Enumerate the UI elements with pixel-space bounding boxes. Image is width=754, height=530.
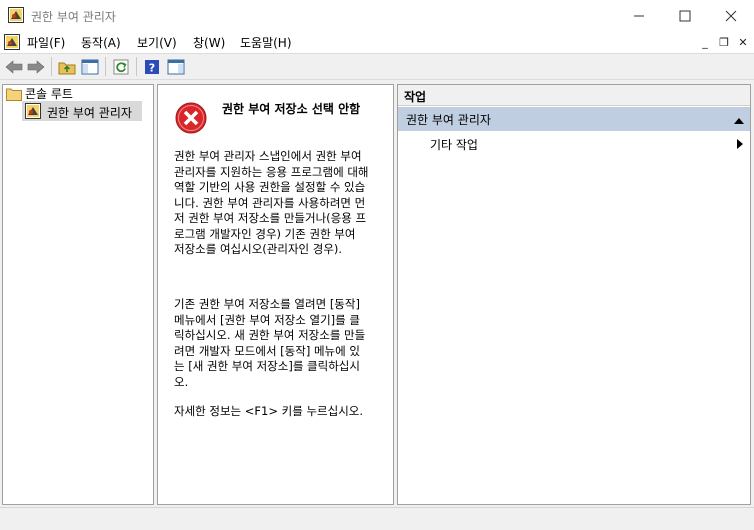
action-more-actions[interactable]: 기타 작업: [430, 136, 478, 153]
content-pane: [157, 84, 394, 505]
toolbar-separator: [51, 57, 52, 76]
submenu-arrow-icon[interactable]: [737, 138, 743, 149]
content-title: 권한 부여 저장소 선택 안함: [222, 102, 361, 116]
content-paragraph: 자세한 정보는 <F1> 키를 누르십시오.: [174, 404, 364, 418]
error-icon: [175, 102, 207, 134]
mdi-restore-button[interactable]: ❐: [715, 34, 733, 50]
mdi-close-button[interactable]: ✕: [734, 34, 752, 50]
authorization-manager-icon: [25, 103, 41, 119]
console-tree-pane: [2, 84, 154, 505]
svg-text:?: ?: [149, 61, 155, 74]
actions-group-label: 권한 부여 관리자: [406, 113, 491, 127]
content-paragraph: 기존 권한 부여 저장소를 열려면 [동작] 메뉴에서 [권한 부여 저장소 열…: [174, 297, 366, 389]
mdi-minimize-button[interactable]: _: [696, 34, 714, 50]
show-hide-action-pane-icon[interactable]: [166, 57, 186, 76]
actions-group-header[interactable]: 권한 부여 관리자: [398, 107, 750, 131]
forward-arrow-icon[interactable]: [26, 57, 46, 76]
collapse-arrow-icon[interactable]: [734, 114, 744, 124]
back-arrow-icon[interactable]: [4, 57, 24, 76]
maximize-button[interactable]: [662, 0, 708, 31]
document-icon[interactable]: [4, 34, 20, 50]
up-folder-icon[interactable]: [57, 57, 77, 76]
status-bar: [0, 507, 754, 530]
tree-item-console-root[interactable]: 콘솔 루트: [25, 85, 73, 102]
menu-help[interactable]: 도움말(H): [240, 34, 292, 51]
actions-header: 작업: [398, 85, 750, 106]
folder-icon: [6, 87, 22, 101]
refresh-icon[interactable]: [111, 57, 131, 76]
toolbar-separator: [136, 57, 137, 76]
menu-action[interactable]: 동작(A): [81, 34, 121, 51]
app-icon[interactable]: [8, 7, 24, 23]
menu-view[interactable]: 보기(V): [137, 34, 177, 51]
help-icon[interactable]: ?: [142, 57, 162, 76]
content-paragraph: 권한 부여 관리자 스냅인에서 권한 부여 관리자를 지원하는 응용 프로그램에…: [174, 149, 369, 256]
tree-item-label: 권한 부여 관리자: [47, 106, 132, 120]
window-title: 권한 부여 관리자: [31, 10, 116, 24]
minimize-button[interactable]: [616, 0, 662, 31]
menu-window[interactable]: 창(W): [193, 34, 225, 51]
show-hide-tree-icon[interactable]: [80, 57, 100, 76]
toolbar-separator: [105, 57, 106, 76]
close-button[interactable]: [708, 0, 754, 31]
menu-file[interactable]: 파일(F): [27, 34, 65, 51]
